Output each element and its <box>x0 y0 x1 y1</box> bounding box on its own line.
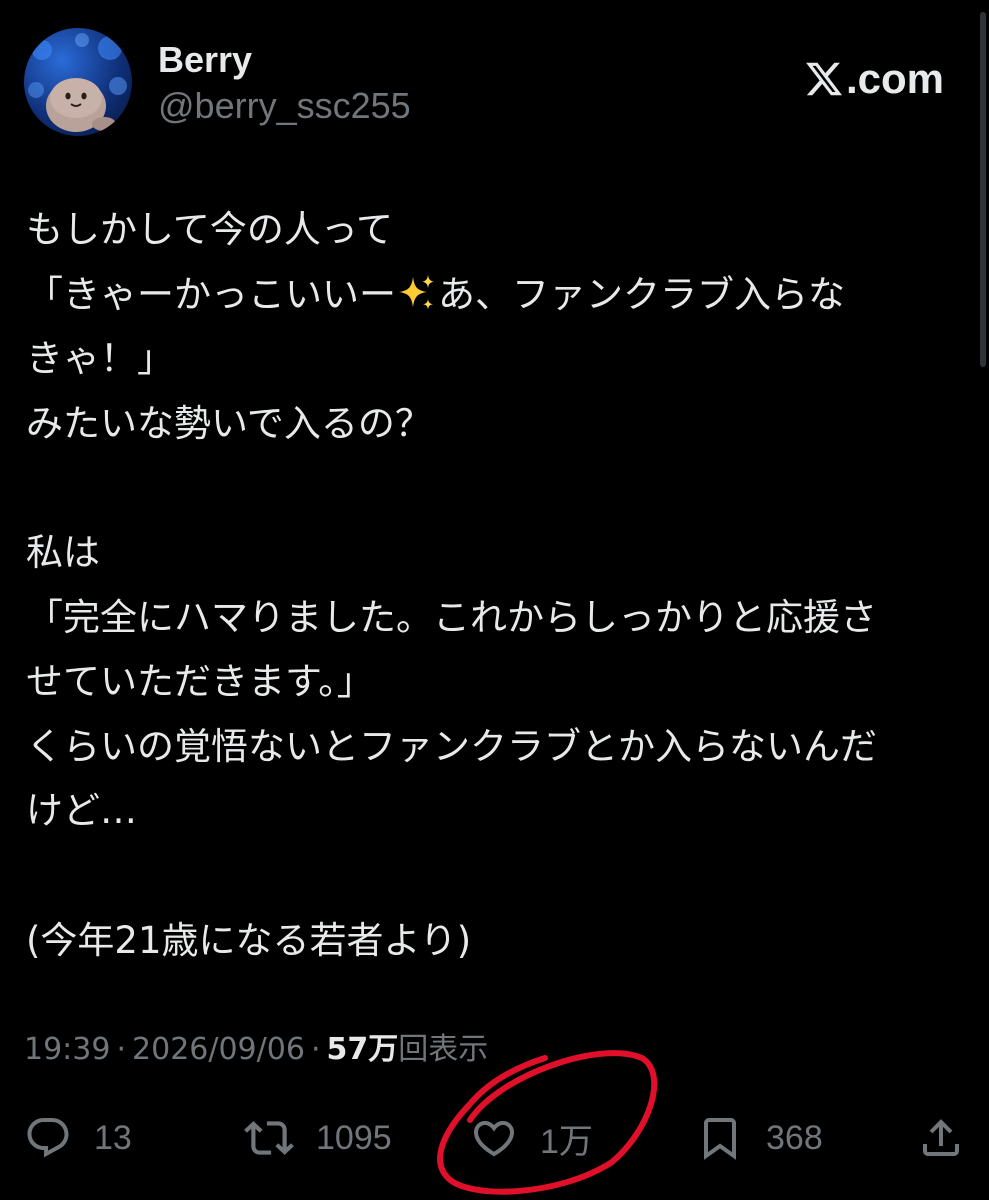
post-line: 「完全にハマりました。これからしっかりと応援さ <box>26 595 877 639</box>
action-bar: 13 1095 1万 368 <box>0 1108 989 1168</box>
meta-separator: · <box>116 1032 127 1067</box>
post-line: けど… <box>26 789 137 833</box>
post-line: 私は <box>26 530 100 574</box>
post-line: きゃ！」 <box>26 337 174 381</box>
post-line-part: あ、ファンクラブ入らな <box>438 272 845 316</box>
reply-button[interactable]: 13 <box>24 1108 132 1168</box>
repost-button[interactable]: 1095 <box>244 1108 392 1168</box>
author-handle[interactable]: @berry_ssc255 <box>158 84 411 128</box>
post-header: Berry @berry_ssc255 .com <box>24 28 954 138</box>
scrollbar[interactable] <box>980 12 986 367</box>
avatar-image <box>28 33 127 132</box>
reply-count: 13 <box>94 1118 132 1157</box>
sparkles-icon <box>399 274 434 309</box>
post-line: もしかして今の人って <box>26 208 394 251</box>
bookmark-icon <box>704 1118 736 1160</box>
share-button[interactable] <box>917 1108 965 1168</box>
reply-icon <box>27 1118 69 1158</box>
post-line: みたいな勢いで入るの？ <box>26 401 432 445</box>
post-line-part: 「きゃーかっこいいー <box>26 272 396 316</box>
bookmark-count: 368 <box>766 1118 823 1157</box>
share-icon <box>923 1119 959 1156</box>
like-button[interactable]: 1万 <box>470 1108 593 1168</box>
post-meta: 19:39 · 2026/09/06 · 57万回表示 <box>24 1030 488 1070</box>
author-display-name[interactable]: Berry <box>158 38 411 82</box>
brand-watermark: .com <box>804 56 944 102</box>
bookmark-button[interactable]: 368 <box>696 1108 823 1168</box>
brand-text: .com <box>845 55 944 102</box>
post-line: (今年21歳になる若者より) <box>26 918 472 962</box>
avatar[interactable] <box>24 28 132 136</box>
post-text: もしかして今の人って 「きゃーかっこいいー あ、ファンクラブ入らな きゃ！」 み… <box>26 198 956 973</box>
like-count: 1万 <box>540 1122 593 1161</box>
meta-separator: · <box>310 1032 321 1067</box>
x-logo-icon <box>806 62 843 96</box>
views-label: 回表示 <box>398 1032 489 1067</box>
post-line: せていただきます。」 <box>26 660 374 704</box>
post-time[interactable]: 19:39 <box>24 1032 110 1067</box>
repost-icon <box>244 1121 294 1155</box>
post-date[interactable]: 2026/09/06 <box>132 1032 305 1067</box>
repost-count: 1095 <box>316 1118 392 1157</box>
post-line: くらいの覚悟ないとファンクラブとか入らないんだ <box>26 724 877 768</box>
post-line: 「きゃーかっこいいー あ、ファンクラブ入らな <box>26 263 956 328</box>
views-count: 57万 <box>326 1032 399 1067</box>
heart-icon <box>473 1121 515 1157</box>
